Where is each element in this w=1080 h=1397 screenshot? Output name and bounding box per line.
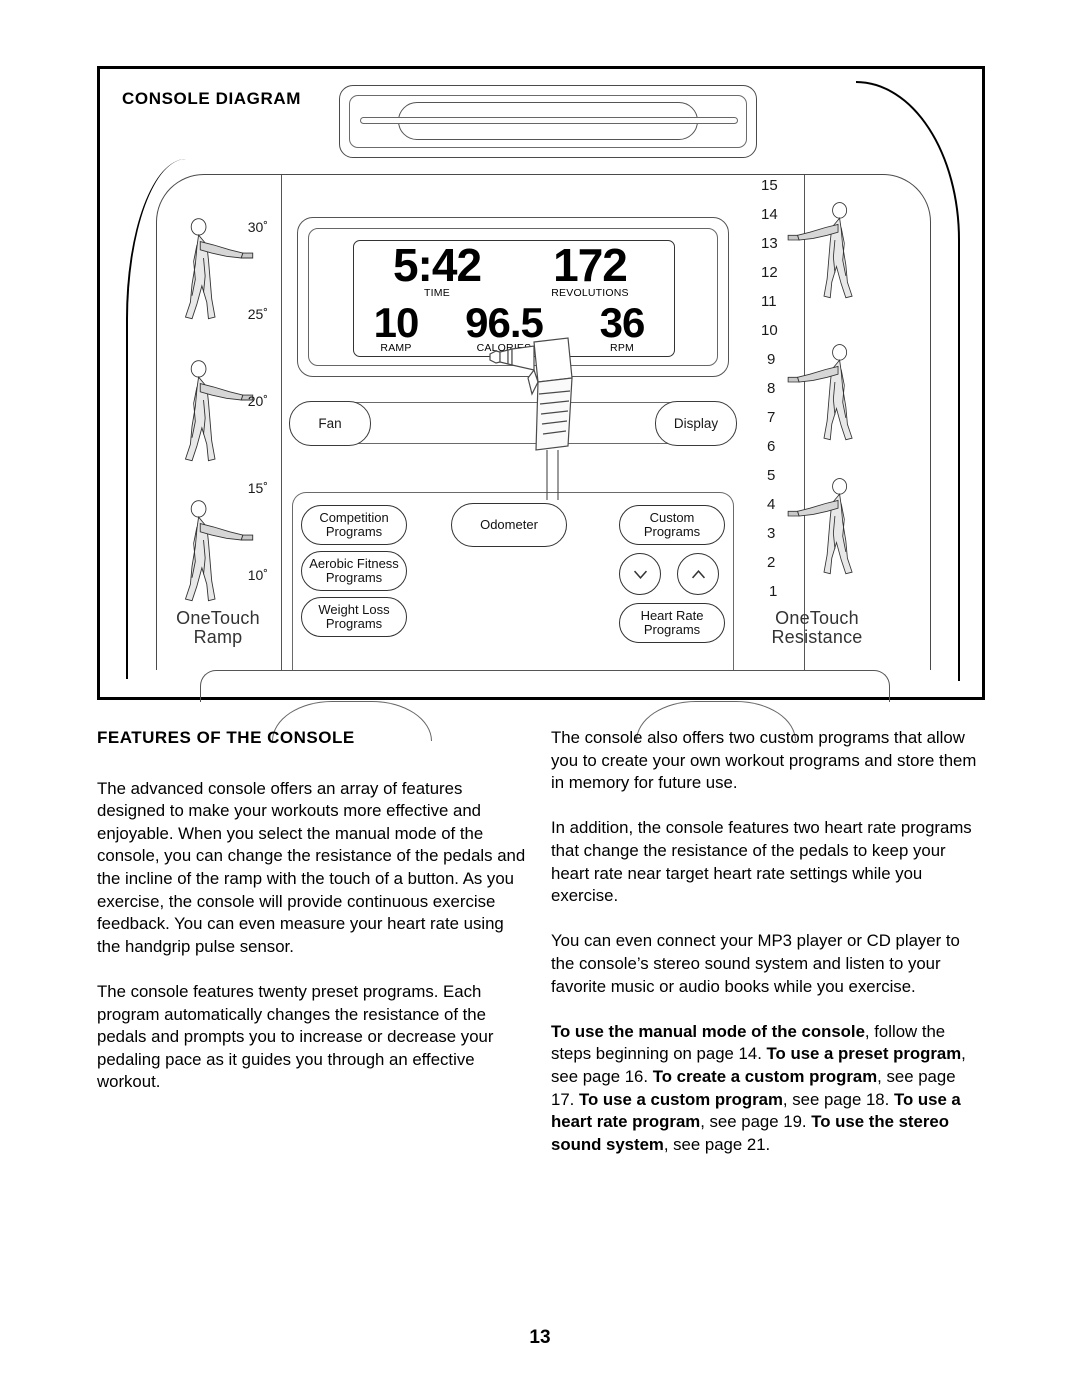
onetouch-ramp-caption-line2: Ramp	[193, 627, 243, 648]
book-rack	[339, 85, 757, 158]
onetouch-resistance-caption-line1: OneTouch	[775, 608, 859, 628]
lcd-value-revolutions: 172	[553, 239, 628, 291]
xref-use-custom: To use a custom program	[579, 1089, 783, 1109]
paragraph-custom-programs: The console also offers two custom progr…	[551, 728, 977, 793]
onetouch-resistance-caption-line2: Resistance	[771, 627, 863, 648]
resistance-level-6: 6	[767, 438, 776, 455]
heart-rate-programs-label: Heart Rate Programs	[640, 607, 704, 637]
program-keypad-frame: Competition Programs Aerobic Fitness Progr…	[292, 492, 734, 670]
odometer-button[interactable]: Odometer	[451, 503, 567, 547]
section-heading: FEATURES OF THE CONSOLE	[97, 728, 355, 747]
lcd-caption-ramp: RAMP	[380, 341, 412, 354]
xref-create-custom: To create a custom program	[652, 1066, 878, 1086]
weight-loss-programs-button[interactable]: Weight Loss Programs	[301, 597, 407, 637]
lcd-value-ramp: 10	[373, 299, 420, 346]
lcd-caption-time: TIME	[424, 286, 450, 299]
audio-plug-illustration	[486, 334, 596, 509]
onetouch-resistance-column: 15 14 13 12 11 10 9 8 7 6 5 4 3 2 1	[747, 177, 887, 607]
resistance-level-4: 4	[767, 496, 776, 513]
ramp-level-30: 30˚	[247, 219, 268, 235]
chevron-down-icon	[633, 570, 647, 579]
decrease-button[interactable]	[619, 553, 661, 595]
resistance-level-9: 9	[767, 351, 776, 368]
ramp-level-15: 15˚	[247, 480, 268, 496]
ramp-figures-illustration	[184, 218, 254, 602]
resistance-level-2: 2	[767, 554, 776, 571]
increase-button[interactable]	[677, 553, 719, 595]
onetouch-resistance-caption: OneTouch Resistance	[747, 608, 887, 648]
console-lower-tray	[200, 670, 890, 702]
chevron-up-icon	[691, 569, 705, 578]
left-text-column: FEATURES OF THE CONSOLE The advanced con…	[97, 727, 527, 1094]
paragraph-heart-rate-programs: In addition, the console features two he…	[551, 818, 972, 906]
ramp-level-20: 20˚	[247, 393, 268, 409]
manual-page: CONSOLE DIAGRAM 30˚ 25˚ 20˚ 15˚ 10˚ OneT…	[0, 0, 1080, 1397]
xref-manual-mode: To use the manual mode of the console	[551, 1021, 865, 1041]
lcd-field-ramp: 10 RAMP	[358, 299, 434, 354]
aerobic-fitness-programs-button[interactable]: Aerobic Fitness Programs	[301, 551, 407, 591]
onetouch-ramp-caption: OneTouch Ramp	[156, 608, 280, 648]
resistance-level-3: 3	[767, 525, 776, 542]
custom-programs-label: Custom Programs	[643, 509, 701, 539]
onetouch-ramp-caption-line1: OneTouch	[176, 608, 260, 628]
resistance-level-14: 14	[761, 206, 778, 223]
resistance-level-8: 8	[767, 380, 776, 397]
resistance-level-5: 5	[767, 467, 776, 484]
console-diagram-title: CONSOLE DIAGRAM	[122, 89, 301, 108]
lcd-value-time: 5:42	[392, 239, 482, 291]
xref-text-4: , see page 18.	[782, 1089, 894, 1109]
resistance-level-7: 7	[767, 409, 776, 426]
resistance-level-13: 13	[761, 235, 778, 252]
xref-preset-program: To use a preset program	[766, 1044, 962, 1064]
lcd-field-revolutions: 172 REVOLUTIONS	[514, 239, 666, 299]
resistance-level-10: 10	[761, 322, 778, 339]
onetouch-ramp-column: 30˚ 25˚ 20˚ 15˚ 10˚	[156, 199, 280, 669]
paragraph-preset-programs: The console features twenty preset progr…	[97, 981, 494, 1092]
heart-rate-programs-button[interactable]: Heart Rate Programs	[619, 603, 725, 643]
aerobic-fitness-programs-label: Aerobic Fitness Programs	[309, 555, 399, 585]
paragraph-cross-references: To use the manual mode of the console, f…	[551, 1021, 981, 1157]
paragraph-console-features: The advanced console offers an array of …	[97, 778, 526, 956]
ramp-level-10: 10˚	[247, 567, 268, 583]
display-button[interactable]: Display	[655, 401, 737, 446]
console-center-panel: 5:42 TIME 172 REVOLUTIONS 10 RAMP 96.5 C…	[280, 174, 747, 670]
competition-programs-label: Competition Programs	[319, 509, 389, 539]
resistance-level-11: 11	[761, 293, 777, 310]
ramp-level-25: 25˚	[247, 306, 268, 322]
lcd-field-time: 5:42 TIME	[362, 239, 512, 299]
resistance-level-1: 1	[769, 583, 778, 600]
custom-programs-button[interactable]: Custom Programs	[619, 505, 725, 545]
resistance-level-15: 15	[761, 177, 778, 194]
paragraph-stereo-sound: You can even connect your MP3 player or …	[551, 931, 960, 996]
odometer-label: Odometer	[480, 516, 538, 532]
page-number: 13	[529, 1327, 551, 1348]
weight-loss-programs-label: Weight Loss Programs	[318, 601, 390, 631]
right-text-column: The console also offers two custom progr…	[551, 727, 981, 1156]
fan-button[interactable]: Fan	[289, 401, 371, 446]
resistance-level-12: 12	[761, 264, 778, 281]
competition-programs-button[interactable]: Competition Programs	[301, 505, 407, 545]
book-rack-slot	[360, 117, 738, 124]
xref-text-5: , see page 19.	[700, 1112, 812, 1132]
console-diagram-box: CONSOLE DIAGRAM 30˚ 25˚ 20˚ 15˚ 10˚ OneT…	[97, 66, 985, 741]
xref-text-6: , see page 21.	[663, 1134, 771, 1154]
lcd-caption-revolutions: REVOLUTIONS	[551, 286, 629, 299]
lcd-row-top: 5:42 TIME 172 REVOLUTIONS	[354, 239, 674, 304]
